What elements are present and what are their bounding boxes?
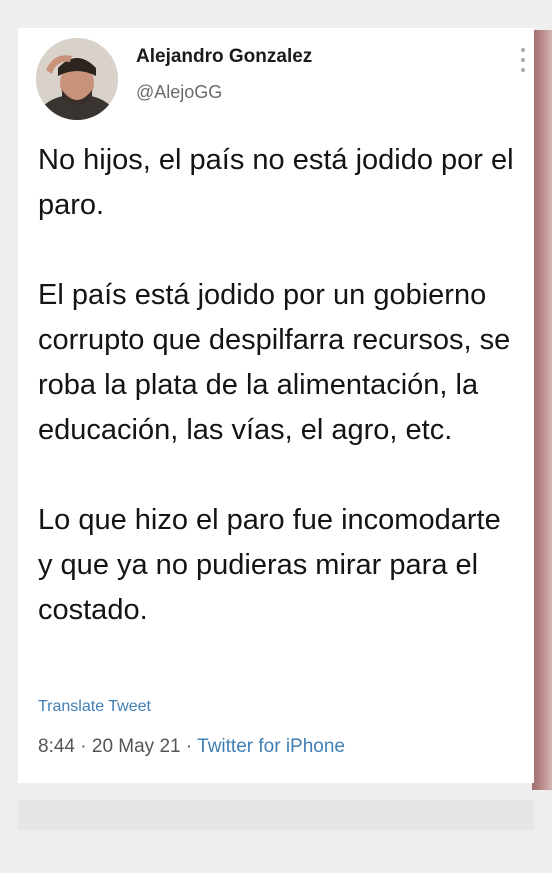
tweet-text: No hijos, el país no está jodido por el … [38, 138, 518, 633]
author-name[interactable]: Alejandro Gonzalez [136, 46, 312, 68]
right-edge-decoration [532, 30, 552, 790]
meta-separator: · [74, 736, 92, 757]
tweet-card: Alejandro Gonzalez @AlejoGG No hijos, el… [18, 28, 534, 783]
tweet-meta: 8:44 · 20 May 21 · Twitter for iPhone [38, 736, 345, 758]
top-strip [0, 0, 552, 30]
tweet-paragraph: El país está jodido por un gobierno corr… [38, 279, 511, 446]
more-vertical-icon[interactable] [518, 48, 528, 72]
tweet-date: 20 May 21 [91, 736, 181, 757]
avatar-photo [36, 38, 118, 120]
bottom-bar [18, 800, 534, 830]
tweet-paragraph: Lo que hizo el paro fue incomodarte y qu… [38, 504, 501, 626]
tweet-paragraph: No hijos, el país no está jodido por el … [38, 144, 514, 221]
author-handle[interactable]: @AlejoGG [136, 82, 222, 103]
avatar[interactable] [36, 38, 118, 120]
translate-tweet-link[interactable]: Translate Tweet [38, 698, 151, 716]
meta-separator: · [180, 736, 198, 757]
tweet-time: 8:44 [38, 736, 75, 757]
tweet-source-link[interactable]: Twitter for iPhone [197, 736, 345, 757]
screenshot: Alejandro Gonzalez @AlejoGG No hijos, el… [0, 0, 552, 873]
